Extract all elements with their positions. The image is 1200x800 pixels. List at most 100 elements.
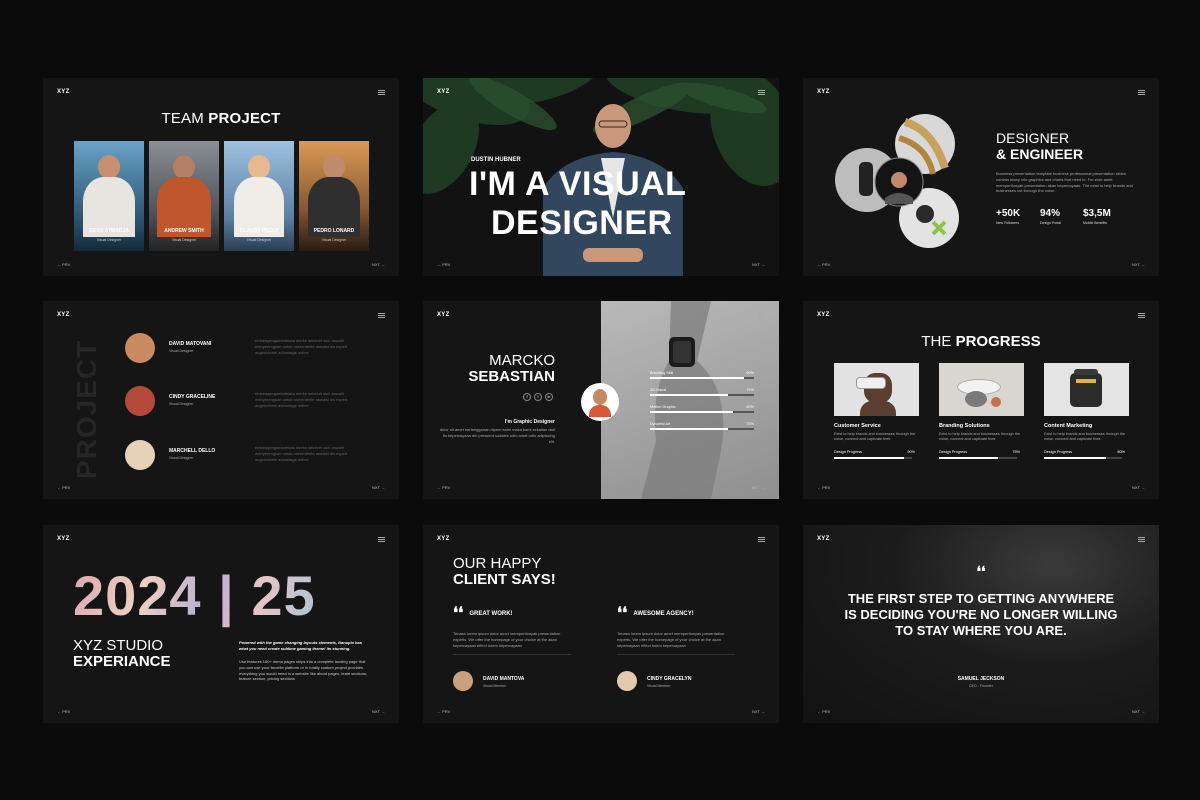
- social-links: f t in: [523, 393, 553, 401]
- testimonial: ❛❛ GREAT WORK! Tenaso lorem ipsum dolor a…: [453, 605, 571, 693]
- vr-headset-image: [834, 363, 919, 416]
- client-name: DAVID MANTOVA: [483, 676, 525, 683]
- person-text: embeagengaeboletata merke seichret sich …: [255, 445, 348, 462]
- next-button[interactable]: NXT →: [752, 485, 765, 490]
- person-name: DAVID MATOVANI: [169, 341, 212, 347]
- team-card: GEVO ATMADJA Visual Designer: [74, 141, 144, 251]
- client-role: Visual Member: [647, 684, 671, 689]
- next-button[interactable]: NXT →: [752, 262, 765, 267]
- menu-icon[interactable]: [378, 90, 385, 95]
- slide-profile[interactable]: XYZ MARCKO SEBASTIAN f t in I'm Graphic D…: [423, 301, 779, 499]
- brand-logo: XYZ: [437, 312, 450, 318]
- slide-quote[interactable]: XYZ ❛❛ THE FIRST STEP TO GETTING ANYWHER…: [803, 525, 1159, 723]
- team-card: PEDRO LONARD Visual Designer: [299, 141, 369, 251]
- prev-button[interactable]: ← PRV: [437, 485, 450, 490]
- prev-button[interactable]: ← PRV: [817, 709, 830, 714]
- next-button[interactable]: NXT →: [372, 485, 385, 490]
- slide-client-testimonials[interactable]: XYZ OUR HAPPY CLIENT SAYS! ❛❛ GREAT WORK! …: [423, 525, 779, 723]
- facebook-icon[interactable]: f: [523, 393, 531, 401]
- person-text: embeagengaeboletata merke seichret sich …: [255, 391, 348, 408]
- slide-designer-engineer[interactable]: XYZ DESIGNER & ENGINEER Business presenta…: [803, 78, 1159, 276]
- testimonial-text: Tenaso lorem ipsum dolor amet mempertion…: [617, 631, 725, 648]
- menu-icon[interactable]: [1138, 537, 1145, 542]
- prev-button[interactable]: ← PRV: [817, 262, 830, 267]
- hand-photo: [601, 301, 779, 499]
- slide-project-list[interactable]: XYZ PROJECT DAVID MATOVANI Visual Design…: [43, 301, 399, 499]
- menu-icon[interactable]: [758, 90, 765, 95]
- skill-3d-visual: 3D Visual 75%: [650, 388, 754, 396]
- progress-card: Customer Service Exist to help brands an…: [834, 363, 919, 459]
- prev-button[interactable]: ← PRV: [437, 262, 450, 267]
- skill-motion-graphic: Motion Graphic 80%: [650, 405, 754, 413]
- member-photo: [323, 155, 345, 179]
- member-name: GEVO ATMADJA: [89, 228, 129, 234]
- member-role: Visual Designer: [171, 238, 197, 242]
- testimonial-heading: AWESOME AGENCY!: [633, 610, 694, 617]
- next-button[interactable]: NXT →: [1132, 262, 1145, 267]
- quote-icon: ❛❛: [453, 604, 464, 622]
- client-role: Visual Member: [483, 684, 507, 689]
- device-image: [1044, 363, 1129, 416]
- avatar: [581, 383, 619, 421]
- testimonial-heading: GREAT WORK!: [469, 610, 513, 617]
- stat-design-portal: 94% Design Portal: [1040, 208, 1062, 225]
- brand-logo: XYZ: [817, 312, 830, 318]
- member-photo: [248, 155, 270, 179]
- menu-icon[interactable]: [1138, 90, 1145, 95]
- client-name: CINDY GRACELYN: [647, 676, 692, 683]
- testimonial-text: Tenaso lorem ipsum dolor amet mempertion…: [453, 631, 561, 648]
- designer-description: Business presentation template business …: [996, 171, 1133, 194]
- menu-icon[interactable]: [758, 537, 765, 542]
- slide-hero[interactable]: XYZ DUSTIN HUBNER I'M A VISUAL DESIGNER …: [423, 78, 779, 276]
- avatar: [617, 671, 637, 692]
- avatar: [125, 333, 155, 363]
- next-button[interactable]: NXT →: [372, 709, 385, 714]
- studio-body: Use features 100+ demo pages ships into …: [239, 659, 368, 682]
- menu-icon[interactable]: [378, 537, 385, 542]
- menu-icon[interactable]: [1138, 313, 1145, 318]
- slide-title: TEAM PROJECT: [161, 110, 281, 127]
- avatar: [125, 386, 155, 416]
- slide-progress[interactable]: XYZ THE PROGRESS Customer Service Exist …: [803, 301, 1159, 499]
- vertical-title: PROJECT: [71, 339, 102, 479]
- slide-team-project[interactable]: XYZ TEAM PROJECT GEVO ATMADJA Visual Des…: [43, 78, 399, 276]
- prev-button[interactable]: ← PRV: [57, 485, 70, 490]
- profile-name: MARCKO SEBASTIAN: [468, 352, 555, 385]
- member-role: Visual Designer: [96, 238, 122, 242]
- next-button[interactable]: NXT →: [752, 709, 765, 714]
- hand-watch-illustration: [641, 301, 724, 499]
- menu-icon[interactable]: [378, 313, 385, 318]
- testimonial: ❛❛ AWESOME AGENCY! Tenaso lorem ipsum dol…: [617, 605, 735, 693]
- member-role: Visual Designer: [246, 238, 272, 242]
- quote-text: THE FIRST STEP TO GETTING ANYWHERE IS DE…: [844, 591, 1118, 638]
- prev-button[interactable]: ← PRV: [57, 262, 70, 267]
- linkedin-icon[interactable]: in: [545, 393, 553, 401]
- skill-dynamic-art: Dynamic Art 75%: [650, 422, 754, 430]
- brand-logo: XYZ: [57, 536, 70, 542]
- prev-button[interactable]: ← PRV: [437, 709, 450, 714]
- member-name: ANDREW SMITH: [164, 228, 204, 234]
- next-button[interactable]: NXT →: [1132, 485, 1145, 490]
- person-role: Visual Designer: [169, 349, 194, 353]
- brand-logo: XYZ: [817, 89, 830, 95]
- member-role: Visual Designer: [321, 238, 347, 242]
- profile-role: I'm Graphic Designer: [504, 419, 555, 425]
- person-name: CINDY GRACELINE: [169, 394, 216, 400]
- hero-headline: I'M A VISUAL: [469, 165, 687, 203]
- progress-card: Content Marketing Exist to help brands a…: [1044, 363, 1129, 459]
- next-button[interactable]: NXT →: [1132, 709, 1145, 714]
- prev-button[interactable]: ← PRV: [817, 485, 830, 490]
- hero-name: DUSTIN HUBNER: [471, 157, 521, 163]
- menu-icon[interactable]: [758, 313, 765, 318]
- member-photo: [173, 155, 195, 179]
- stat-followers: +50K New Followers: [996, 208, 1021, 225]
- person-role: Visual Designer: [169, 402, 194, 406]
- team-card: ANDREW SMITH Visual Designer: [149, 141, 219, 251]
- prev-button[interactable]: ← PRV: [57, 709, 70, 714]
- person-name: MARCHELL DELLO: [169, 448, 216, 454]
- slide-studio-experience[interactable]: XYZ 2024 | 25 XYZ STUDIO EXPERIANCE Power…: [43, 525, 399, 723]
- product-image: [939, 363, 1024, 416]
- twitter-icon[interactable]: t: [534, 393, 542, 401]
- next-button[interactable]: NXT →: [372, 262, 385, 267]
- brand-logo: XYZ: [57, 312, 70, 318]
